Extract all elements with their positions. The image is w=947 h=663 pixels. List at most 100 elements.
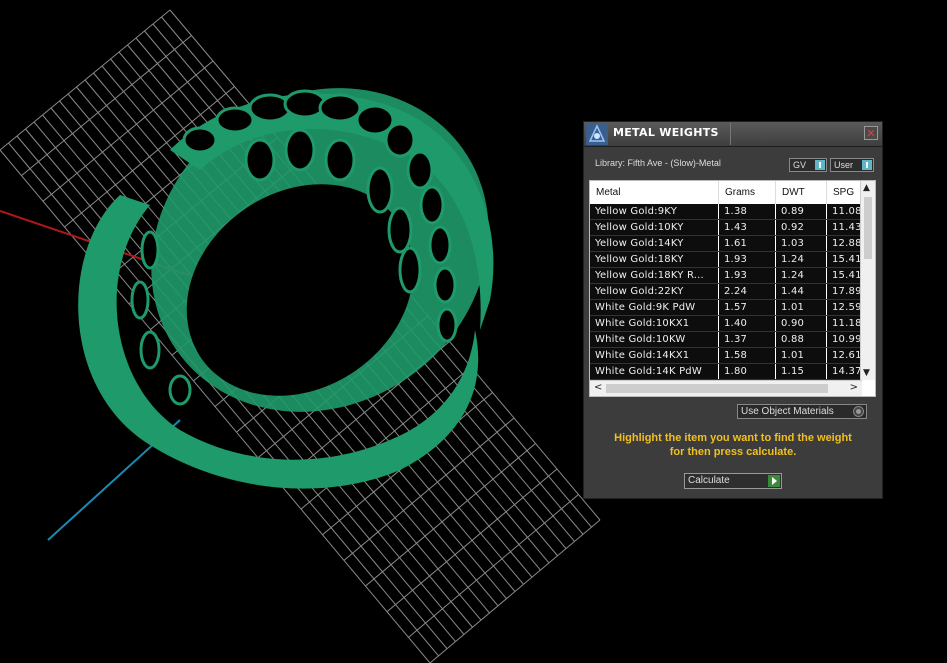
spg-cell: 11.08 — [832, 206, 860, 217]
table-row[interactable]: Yellow Gold:14KY 1.61 1.03 12.88 — [590, 236, 860, 252]
spg-cell: 10.99 — [832, 334, 860, 345]
spg-cell: 14.37 — [832, 366, 860, 377]
grams-cell: 1.38 — [719, 204, 776, 219]
filigree-loop — [284, 128, 316, 172]
spg-cell: 12.88 — [832, 238, 860, 249]
metal-cell: Yellow Gold:9KY — [590, 204, 719, 219]
metal-cell: White Gold:10KX1 — [590, 316, 719, 331]
filigree-loop — [436, 307, 458, 343]
dwt-cell: 0.90 — [776, 316, 827, 331]
table-header: Metal Grams DWT SPG — [590, 181, 860, 204]
user-toggle[interactable]: User — [830, 158, 874, 172]
filigree-loop — [318, 93, 362, 123]
filigree-loop — [384, 122, 416, 158]
instruction-line-2: for then press calculate. — [669, 446, 797, 458]
filigree-loop — [140, 230, 160, 270]
horizontal-scroll-thumb[interactable] — [606, 384, 828, 393]
app-logo-icon — [586, 123, 608, 145]
metal-cell: White Gold:14KX1 — [590, 348, 719, 363]
gv-toggle-switch-icon[interactable] — [815, 160, 825, 170]
dwt-cell: 1.01 — [776, 348, 827, 363]
play-arrow-icon[interactable] — [768, 475, 780, 487]
calculate-button[interactable]: Calculate — [684, 473, 782, 489]
library-label: Library: Fifth Ave - (Slow)-Metal — [595, 158, 721, 168]
horizontal-scrollbar[interactable]: < > — [590, 380, 862, 396]
table-row[interactable]: White Gold:14KX1 1.58 1.01 12.61 — [590, 348, 860, 364]
metal-weights-table[interactable]: Metal Grams DWT SPG Yellow Gold:9KY 1.38 0… — [589, 180, 876, 397]
table-row[interactable]: White Gold:10KW 1.37 0.88 10.99 — [590, 332, 860, 348]
metal-cell: Yellow Gold:10KY — [590, 220, 719, 235]
grams-cell: 1.43 — [719, 220, 776, 235]
ring-model[interactable] — [78, 23, 552, 489]
dwt-cell: 1.15 — [776, 364, 827, 379]
metal-cell: White Gold:14K PdW — [590, 364, 719, 379]
filigree-loop — [168, 374, 192, 406]
column-header-metal[interactable]: Metal — [590, 181, 719, 204]
spg-cell: 11.18 — [832, 318, 860, 329]
dwt-cell: 0.92 — [776, 220, 827, 235]
filigree-loop — [324, 138, 356, 182]
dwt-cell: 0.89 — [776, 204, 827, 219]
table-row[interactable]: Yellow Gold:9KY 1.38 0.89 11.08 — [590, 204, 860, 220]
grams-cell: 1.37 — [719, 332, 776, 347]
gv-toggle-label: GV — [793, 160, 807, 170]
grams-cell: 1.93 — [719, 268, 776, 283]
dwt-cell: 1.24 — [776, 268, 827, 283]
grams-cell: 1.57 — [719, 300, 776, 315]
metal-cell: Yellow Gold:18KY R... — [590, 268, 719, 283]
table-row[interactable]: Yellow Gold:10KY 1.43 0.92 11.43 — [590, 220, 860, 236]
table-row[interactable]: White Gold:14K PdW 1.80 1.15 14.37 — [590, 364, 860, 380]
filigree-loop — [244, 138, 276, 182]
gv-toggle[interactable]: GV — [789, 158, 827, 172]
filigree-loop — [366, 166, 394, 214]
scroll-right-arrow-icon[interactable]: > — [850, 382, 858, 393]
spg-cell: 17.89 — [832, 286, 860, 297]
instruction-text: Highlight the item you want to find the … — [584, 431, 882, 459]
filigree-loop — [433, 266, 457, 304]
filigree-loop — [283, 89, 327, 119]
metal-cell: Yellow Gold:14KY — [590, 236, 719, 251]
table-row[interactable]: White Gold:10KX1 1.40 0.90 11.18 — [590, 316, 860, 332]
dwt-cell: 1.01 — [776, 300, 827, 315]
vertical-scrollbar[interactable]: ▲ ▼ — [860, 181, 875, 380]
table-row[interactable]: White Gold:9K PdW 1.57 1.01 12.59 — [590, 300, 860, 316]
grid-line — [386, 468, 558, 613]
spg-cell: 12.59 — [832, 302, 860, 313]
table-row[interactable]: Yellow Gold:22KY 2.24 1.44 17.89 — [590, 284, 860, 300]
vertical-scroll-thumb[interactable] — [864, 197, 872, 259]
spg-cell: 12.61 — [832, 350, 860, 361]
grams-cell: 1.61 — [719, 236, 776, 251]
filigree-loop — [419, 185, 445, 225]
table-row[interactable]: Yellow Gold:18KY 1.93 1.24 15.41 — [590, 252, 860, 268]
metal-weights-panel: METAL WEIGHTS ✕ Library: Fifth Ave - (Sl… — [583, 121, 883, 499]
scroll-up-arrow-icon[interactable]: ▲ — [863, 183, 870, 193]
filigree-loop — [406, 150, 434, 190]
grid-line — [429, 519, 601, 663]
dwt-cell: 1.44 — [776, 284, 827, 299]
radio-knob-icon[interactable] — [853, 406, 864, 417]
table-body: Yellow Gold:9KY 1.38 0.89 11.08 Yellow Gold:… — [590, 204, 860, 380]
user-toggle-switch-icon[interactable] — [862, 160, 872, 170]
filigree-loop — [398, 246, 422, 294]
close-button[interactable]: ✕ — [864, 126, 878, 140]
column-header-grams[interactable]: Grams — [719, 181, 776, 204]
grams-cell: 1.40 — [719, 316, 776, 331]
panel-title: METAL WEIGHTS — [613, 126, 719, 139]
titlebar-divider — [730, 123, 731, 145]
dwt-cell: 1.24 — [776, 252, 827, 267]
column-header-dwt[interactable]: DWT — [776, 181, 827, 204]
grams-cell: 1.93 — [719, 252, 776, 267]
scroll-left-arrow-icon[interactable]: < — [594, 382, 602, 393]
panel-titlebar[interactable]: METAL WEIGHTS ✕ — [584, 122, 882, 147]
dwt-cell: 1.03 — [776, 236, 827, 251]
metal-cell: Yellow Gold:22KY — [590, 284, 719, 299]
filigree-loop — [130, 280, 150, 320]
filigree-loop — [428, 225, 452, 265]
use-object-materials-label: Use Object Materials — [741, 406, 834, 417]
grams-cell: 1.80 — [719, 364, 776, 379]
filigree-loop — [139, 330, 161, 370]
table-row[interactable]: Yellow Gold:18KY R... 1.93 1.24 15.41 — [590, 268, 860, 284]
scroll-down-arrow-icon[interactable]: ▼ — [863, 368, 870, 378]
metal-cell: White Gold:9K PdW — [590, 300, 719, 315]
use-object-materials-toggle[interactable]: Use Object Materials — [737, 404, 867, 419]
